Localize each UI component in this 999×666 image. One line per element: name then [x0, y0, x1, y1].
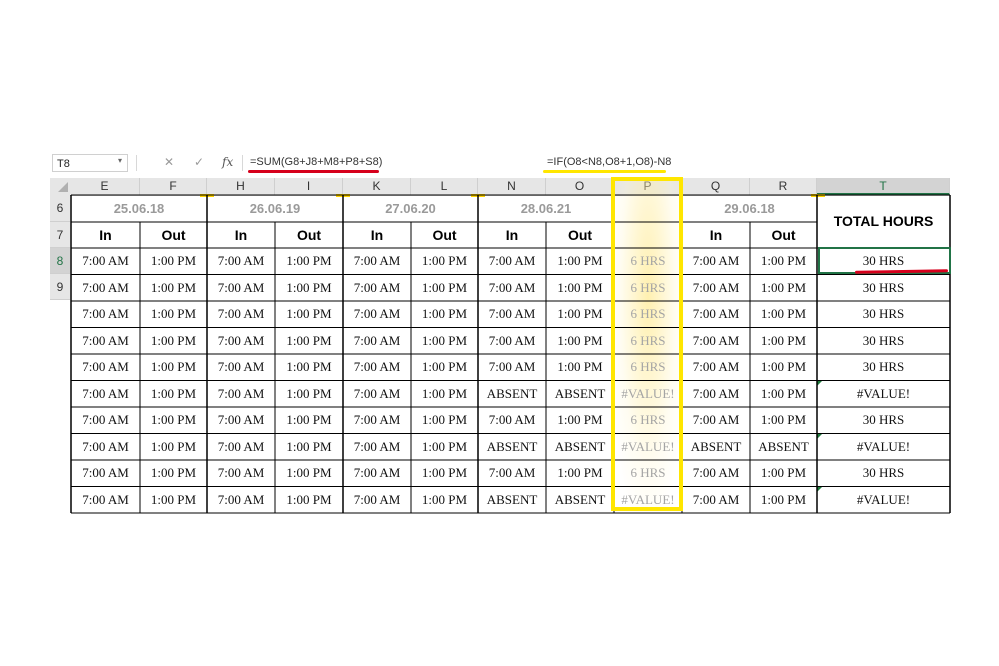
grid-lines: [70, 194, 951, 514]
p-column-highlight-box: [611, 177, 683, 511]
